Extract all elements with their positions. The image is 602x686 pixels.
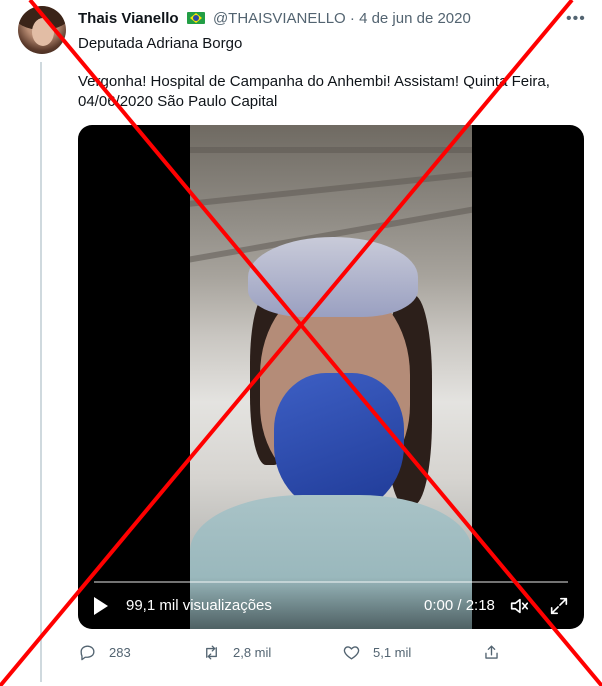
play-icon[interactable] (94, 597, 108, 615)
share-icon (485, 644, 498, 659)
volume-muted-icon[interactable] (508, 595, 530, 617)
like-button[interactable]: 5,1 mil (342, 640, 411, 664)
like-count: 5,1 mil (373, 644, 412, 660)
reply-count: 283 (109, 644, 131, 660)
video-views: 99,1 mil visualizações (126, 597, 272, 614)
tweet-text-line2: Vergonha! Hospital de Campanha do Anhemb… (78, 73, 550, 110)
reply-button[interactable]: 283 (78, 640, 131, 664)
heart-icon (343, 645, 360, 660)
tweet-header: Thais Vianello @THAISVIANELLO · 4 de jun… (78, 10, 471, 28)
avatar[interactable] (18, 6, 66, 54)
tweet-actions: 283 2,8 mil 5,1 mil (78, 640, 518, 664)
retweet-count: 2,8 mil (233, 644, 272, 660)
video-frame (190, 125, 472, 629)
video-player[interactable]: 99,1 mil visualizações 0:00 / 2:18 (78, 125, 584, 629)
video-progress-bar[interactable] (94, 581, 568, 583)
reply-icon (80, 644, 95, 660)
more-icon[interactable]: ••• (566, 10, 586, 28)
avatar-face (32, 18, 54, 46)
video-controls: 99,1 mil visualizações 0:00 / 2:18 (78, 577, 584, 629)
brazil-flag-icon (186, 12, 205, 24)
separator-dot: · (349, 10, 355, 27)
expand-icon[interactable] (548, 595, 570, 617)
retweet-icon (206, 644, 217, 660)
tweet-date[interactable]: 4 de jun de 2020 (359, 10, 471, 27)
retweet-button[interactable]: 2,8 mil (202, 640, 271, 664)
share-button[interactable] (482, 640, 501, 664)
tweet-text-line1: Deputada Adriana Borgo (78, 35, 243, 52)
thread-line (40, 62, 42, 682)
author-handle[interactable]: @THAISVIANELLO (213, 10, 346, 27)
video-time: 0:00 / 2:18 (424, 597, 495, 614)
author-name[interactable]: Thais Vianello (78, 10, 179, 27)
